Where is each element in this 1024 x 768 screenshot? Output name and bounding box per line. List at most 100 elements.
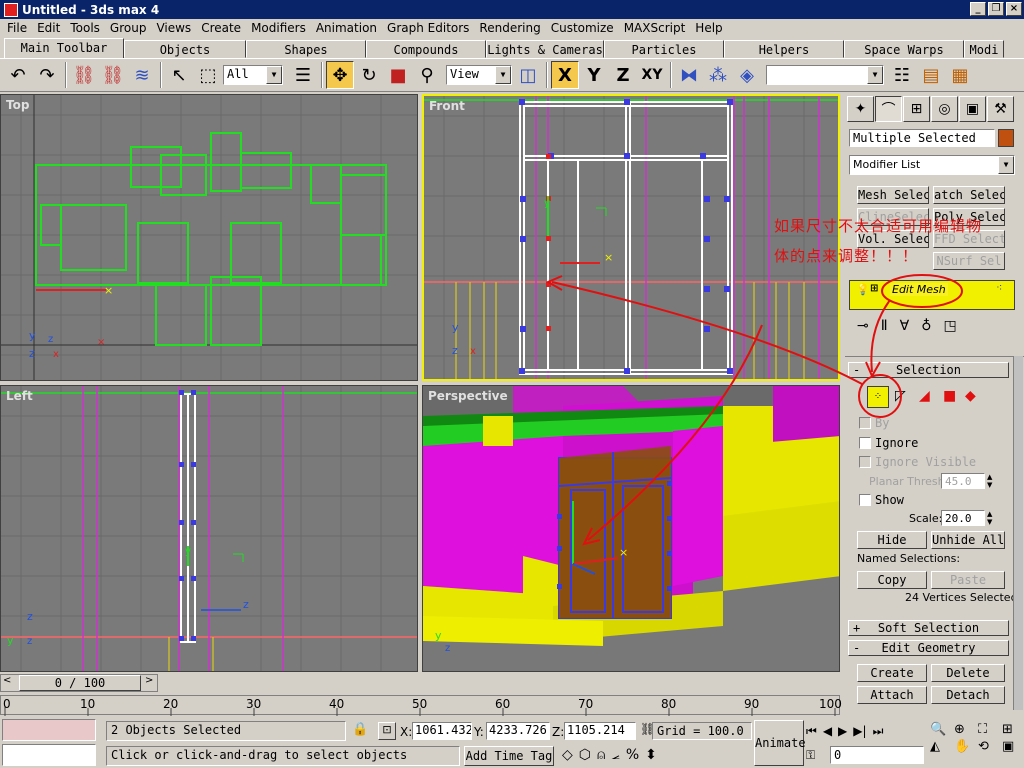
restrict-xy-button[interactable]: XY <box>638 61 666 89</box>
unhide-all-button[interactable]: Unhide All <box>931 531 1005 549</box>
edit-geometry-rollout-header[interactable]: - Edit Geometry <box>848 640 1009 656</box>
expand-icon[interactable]: ⊞ <box>870 283 878 294</box>
menu-group[interactable]: Group <box>105 21 152 35</box>
maximize-viewport-icon[interactable]: ▣ <box>1002 739 1024 754</box>
menu-graph-editors[interactable]: Graph Editors <box>382 21 474 35</box>
add-time-tag-button[interactable]: Add Time Tag <box>464 746 554 766</box>
selection-filter-dropdown[interactable]: All ▼ <box>223 65 283 85</box>
maxscript-output[interactable] <box>2 744 96 766</box>
object-color-swatch[interactable] <box>998 129 1014 147</box>
menu-tools[interactable]: Tools <box>65 21 105 35</box>
create-panel-icon[interactable]: ✦ <box>847 96 874 122</box>
pin-stack-icon[interactable]: ⊸ <box>857 318 869 334</box>
select-and-link-icon[interactable]: ⛓ <box>70 61 98 89</box>
frame-counter[interactable]: 0 / 100 <box>19 675 141 691</box>
select-by-name-icon[interactable]: ☰ <box>289 61 317 89</box>
time-slider-left-arrow-icon[interactable]: < <box>3 675 11 686</box>
field-of-view-icon[interactable]: ◭ <box>930 739 952 754</box>
ignore-visible-edges-checkbox[interactable]: Ignore Visible <box>859 455 976 469</box>
tab-space-warps[interactable]: Space Warps <box>844 40 964 58</box>
element-subobject-icon[interactable]: ◆ <box>965 388 976 404</box>
lock-selection-icon[interactable]: 🔒 <box>352 722 368 737</box>
tab-objects[interactable]: Objects <box>124 40 246 58</box>
y-coordinate-input[interactable]: 4233.726 <box>486 722 550 740</box>
show-normals-checkbox[interactable]: Show <box>859 493 904 507</box>
angle-snap-icon[interactable]: ⦟ <box>611 747 619 763</box>
motion-panel-icon[interactable]: ◎ <box>931 96 958 122</box>
next-frame-icon[interactable]: ▶| <box>853 724 866 739</box>
restrict-x-button[interactable]: X <box>551 61 579 89</box>
maxscript-listener-input[interactable] <box>2 719 96 741</box>
key-mode-icon[interactable]: ⚿ <box>806 748 815 763</box>
command-panel-scrollbar[interactable] <box>1013 356 1023 710</box>
zoom-icon[interactable]: 🔍 <box>930 722 952 737</box>
tab-compounds[interactable]: Compounds <box>366 40 486 58</box>
mirror-icon[interactable]: ⧓ <box>675 61 703 89</box>
viewport-top[interactable]: × yz zx × Top <box>0 94 418 381</box>
current-frame-input[interactable]: 0 <box>830 746 924 764</box>
edge-subobject-icon[interactable]: ◸ <box>895 388 906 404</box>
menu-animation[interactable]: Animation <box>311 21 382 35</box>
close-button[interactable]: × <box>1006 2 1022 16</box>
remove-modifier-icon[interactable]: ♁ <box>921 318 931 334</box>
zoom-extents-icon[interactable]: ⛶ <box>978 722 1000 737</box>
ignore-backfacing-checkbox[interactable]: Ignore <box>859 436 918 450</box>
minimize-button[interactable]: _ <box>970 2 986 16</box>
menu-modifiers[interactable]: Modifiers <box>246 21 311 35</box>
previous-frame-icon[interactable]: ◀ <box>823 724 832 739</box>
select-and-rotate-icon[interactable]: ↻ <box>355 61 383 89</box>
vertex-subobject-icon[interactable]: ⁘ <box>867 386 889 408</box>
align-icon[interactable]: ◈ <box>733 61 761 89</box>
time-slider-right-arrow-icon[interactable]: > <box>145 675 153 686</box>
viewport-label-top[interactable]: Top <box>6 98 29 112</box>
restrict-y-button[interactable]: Y <box>580 61 608 89</box>
paste-button[interactable]: Paste <box>931 571 1005 589</box>
restrict-z-button[interactable]: Z <box>609 61 637 89</box>
face-subobject-icon[interactable]: ◢ <box>919 388 930 404</box>
make-unique-icon[interactable]: ∀ <box>900 318 910 334</box>
unlink-selection-icon[interactable]: ⛓ <box>99 61 127 89</box>
stack-item-edit-mesh[interactable]: Edit Mesh <box>890 283 948 296</box>
menu-maxscript[interactable]: MAXScript <box>619 21 691 35</box>
bind-to-space-warp-icon[interactable]: ≋ <box>128 61 156 89</box>
hierarchy-panel-icon[interactable]: ⊞ <box>903 96 930 122</box>
arc-rotate-icon[interactable]: ⟲ <box>978 739 1000 754</box>
restore-button[interactable]: ❐ <box>988 2 1004 16</box>
mesh-select-button[interactable]: Mesh Select <box>857 186 929 204</box>
spinner-snap-icon[interactable]: ⬍ <box>645 747 657 763</box>
modifier-list-dropdown[interactable]: Modifier List ▼ <box>849 155 1015 175</box>
nsurf-sel-button[interactable]: NSurf Sel <box>933 252 1005 270</box>
percent-snap-icon[interactable]: % <box>626 747 639 763</box>
by-vertex-checkbox[interactable]: By <box>859 416 889 430</box>
named-selection-sets-dropdown[interactable]: ▼ <box>766 65 884 85</box>
x-coordinate-input[interactable]: 1061.432 <box>412 722 472 740</box>
zoom-all-icon[interactable]: ⊕ <box>954 722 976 737</box>
menu-views[interactable]: Views <box>151 21 196 35</box>
viewport-perspective[interactable]: × yz Perspective <box>422 385 840 672</box>
selection-rollout-header[interactable]: - Selection <box>848 362 1009 378</box>
menu-customize[interactable]: Customize <box>546 21 619 35</box>
vertex-sublevel-icon[interactable]: ⁖ <box>996 281 1002 294</box>
crossing-selection-icon[interactable]: ⬡ <box>579 747 591 763</box>
display-panel-icon[interactable]: ▣ <box>959 96 986 122</box>
copy-button[interactable]: Copy <box>857 571 927 589</box>
polygon-subobject-icon[interactable]: ■ <box>943 388 956 404</box>
manipulate-icon[interactable]: ⚲ <box>413 61 441 89</box>
pivot-center-icon[interactable]: ◫ <box>514 61 542 89</box>
tab-shapes[interactable]: Shapes <box>246 40 366 58</box>
select-and-scale-icon[interactable]: ■ <box>384 61 412 89</box>
tab-modifiers[interactable]: Modi <box>964 40 1004 58</box>
scale-input[interactable]: 20.0 <box>941 510 985 526</box>
tab-particles[interactable]: Particles <box>604 40 724 58</box>
modify-panel-icon[interactable]: ⌒ <box>875 96 902 122</box>
trackbar[interactable]: 0 10 20 30 40 50 60 70 80 90 100 <box>0 695 842 716</box>
menu-file[interactable]: File <box>2 21 32 35</box>
redo-icon[interactable]: ↷ <box>33 61 61 89</box>
show-end-result-icon[interactable]: Ⅱ <box>881 318 888 334</box>
reference-coordinate-dropdown[interactable]: View ▼ <box>446 65 512 85</box>
play-icon[interactable]: ▶ <box>838 724 847 739</box>
menu-rendering[interactable]: Rendering <box>474 21 545 35</box>
absolute-mode-transform-icon[interactable]: ⊡ <box>378 722 396 740</box>
time-slider[interactable]: < 0 / 100 > <box>0 674 158 692</box>
region-select-icon[interactable]: ⬚ <box>194 61 222 89</box>
